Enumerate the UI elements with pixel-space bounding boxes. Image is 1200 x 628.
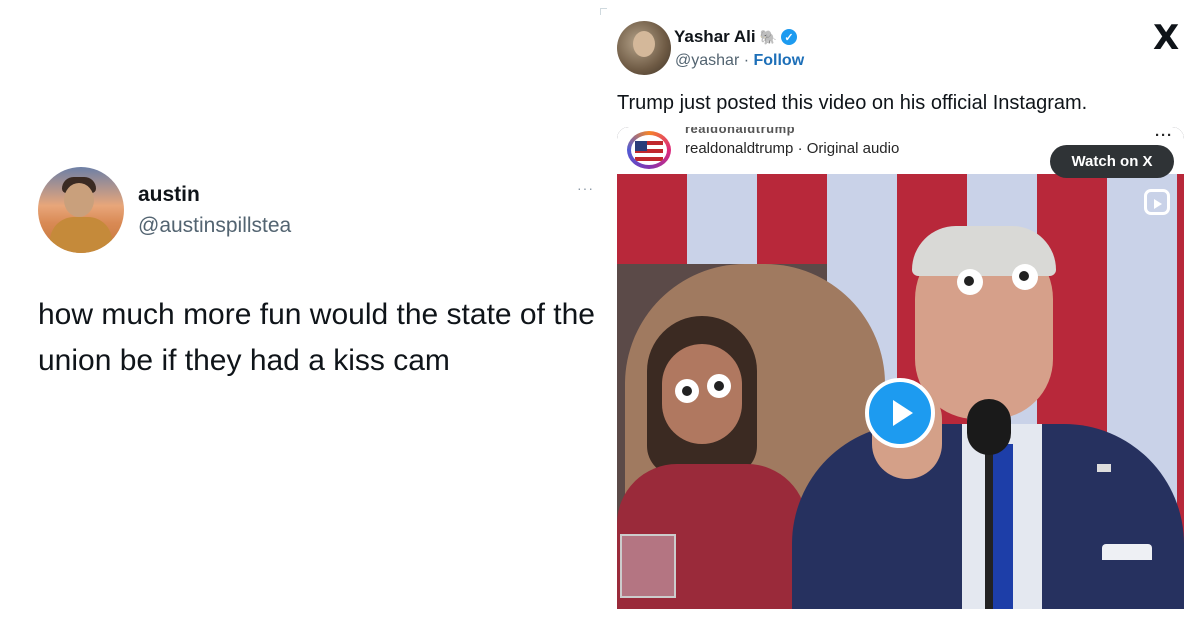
left-tweet-card: austin @austinspillstea ··· how much mor… [0,0,610,628]
author-subline: @yashar · Follow [675,52,804,70]
separator-dot: · [739,52,754,69]
avatar-body [50,217,112,253]
man-left-eye [957,269,983,295]
avatar-inner [631,135,667,165]
woman-left-eye [675,379,699,403]
microphone [967,399,1011,455]
lapel-pin [1097,464,1111,472]
woman-right-eye [707,374,731,398]
instagram-cropped-username: realdonaldtrump [685,127,796,136]
woman-face [662,344,742,444]
instagram-avatar[interactable] [627,131,671,169]
watch-on-x-button[interactable]: Watch on X [1050,145,1174,178]
right-tweet-card: Yashar Ali 🐘 ✓ @yashar · Follow X Trump … [600,0,1200,628]
elephant-emoji-icon: 🐘 [759,28,778,45]
author-handle[interactable]: @yashar [675,52,739,69]
author-name[interactable]: austin [138,183,200,207]
play-icon[interactable] [865,378,935,448]
audio-label[interactable]: Original audio [807,140,900,157]
x-logo-icon[interactable]: X [1153,18,1179,58]
man-right-eye [1012,264,1038,290]
instagram-username-line: realdonaldtrump · Original audio [685,140,900,157]
card-corner-divider [600,8,607,15]
follow-link[interactable]: Follow [753,52,804,69]
video-thumbnail[interactable] [617,174,1184,609]
verified-badge-icon: ✓ [781,29,798,45]
tweet-text: Trump just posted this video on his offi… [617,92,1088,114]
instagram-username[interactable]: realdonaldtrump [685,140,793,157]
pocket-square [1102,544,1152,560]
tweet-text: how much more fun would the state of the… [38,298,595,377]
flag-icon [635,141,663,161]
avatar-face [633,31,655,57]
avatar[interactable] [617,21,671,75]
water-glass [620,534,676,598]
author-name-row: Yashar Ali 🐘 ✓ [674,27,798,47]
instagram-more-icon[interactable]: ··· [1155,127,1173,144]
microphone-stand [985,444,993,609]
embedded-video-card[interactable]: realdonaldtrump realdonaldtrump · Origin… [617,127,1184,609]
author-name[interactable]: Yashar Ali [674,27,756,47]
more-options-icon[interactable]: ··· [577,180,594,196]
avatar-head [64,183,94,217]
reels-icon [1144,189,1170,215]
author-handle[interactable]: @austinspillstea [138,214,291,238]
avatar[interactable] [38,167,124,253]
